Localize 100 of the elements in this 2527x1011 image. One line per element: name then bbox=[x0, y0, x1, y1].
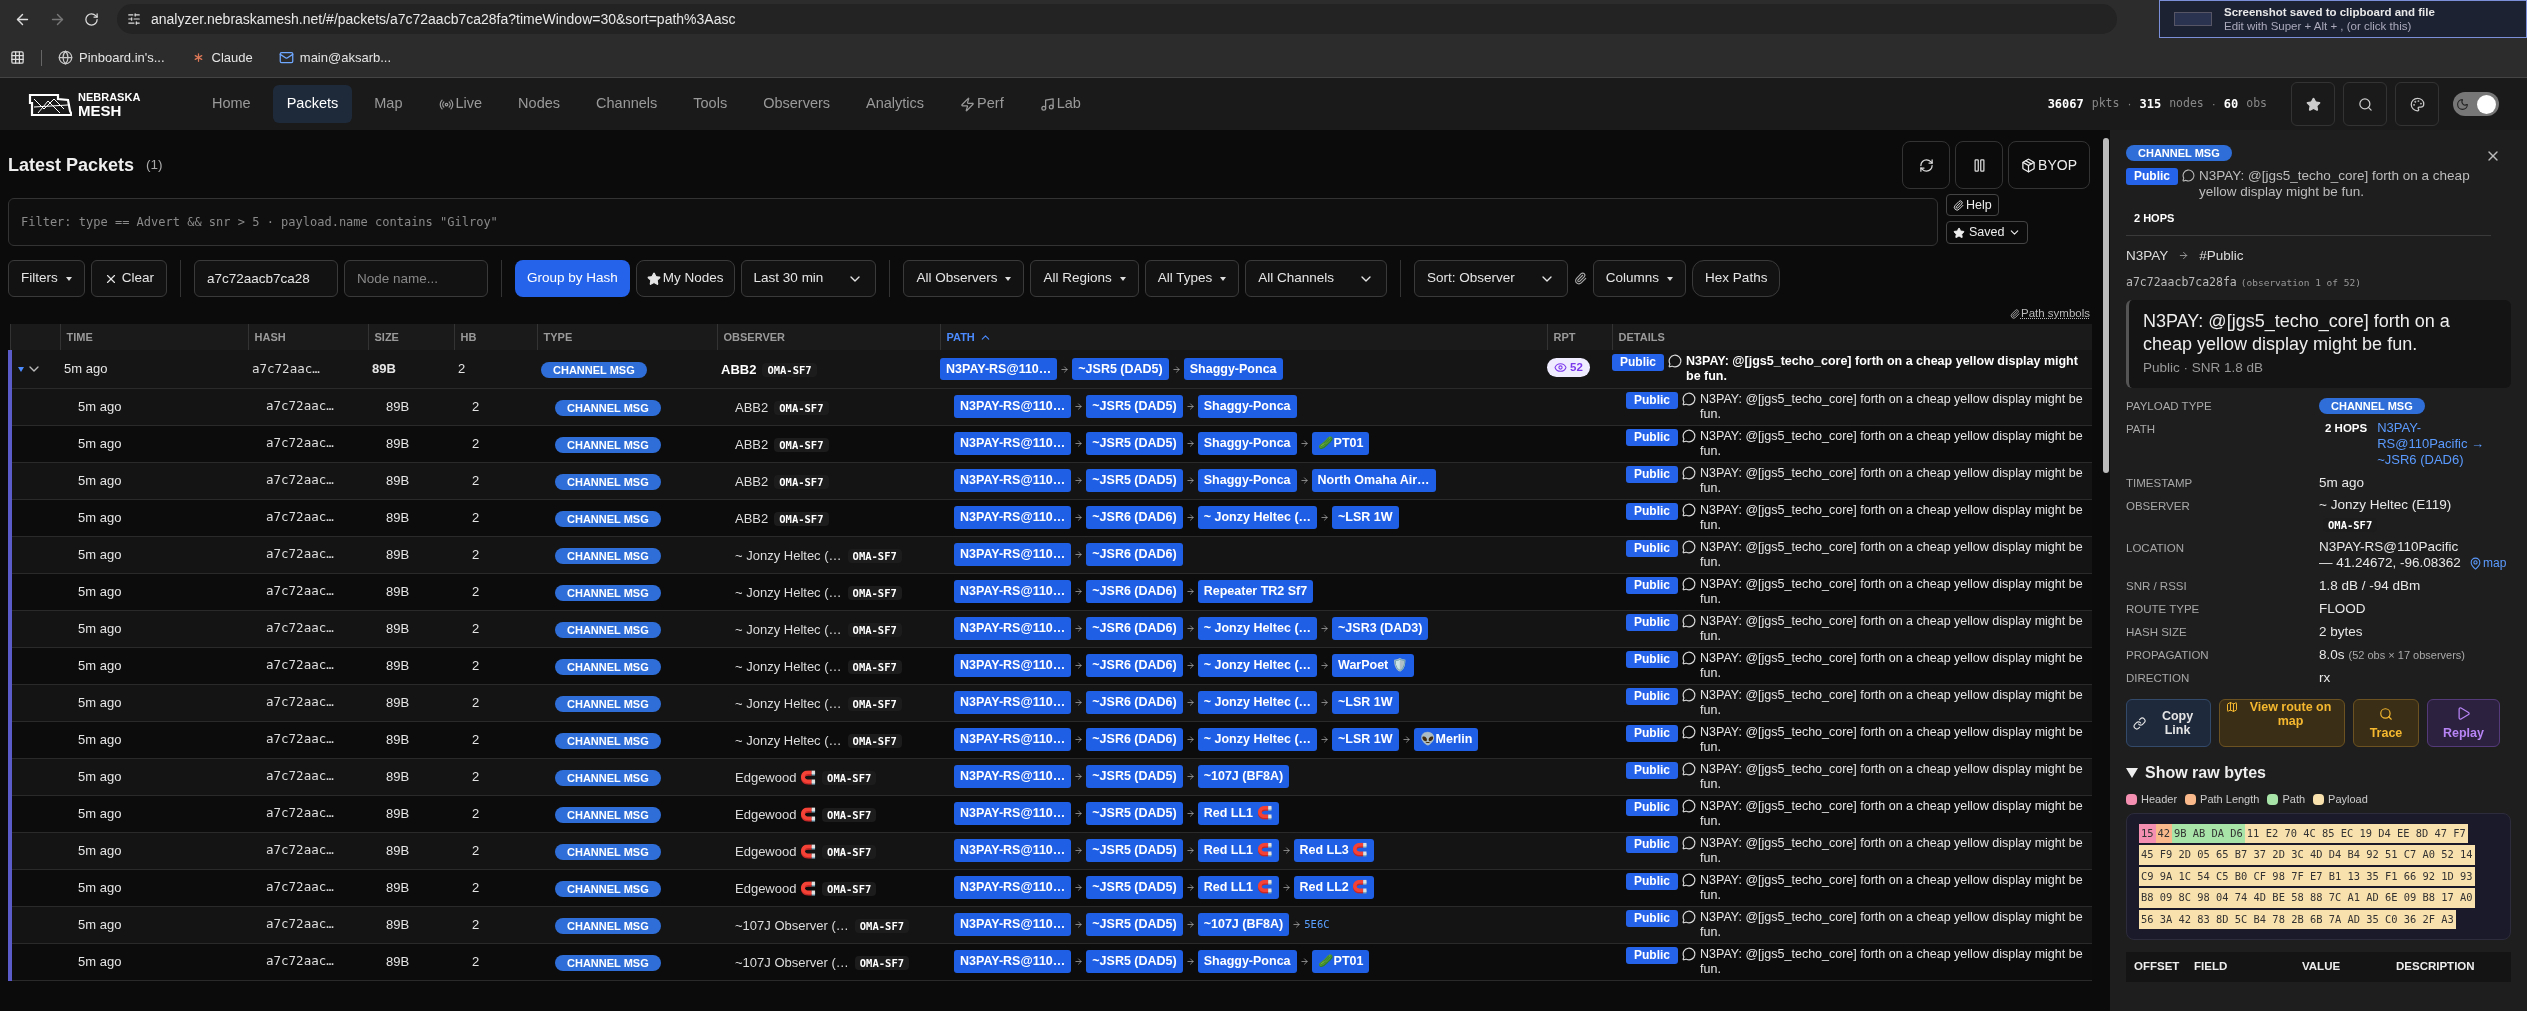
table-row[interactable]: 5m ago a7c72aac… 89B 2 CHANNEL MSG ~ Jonzy Heltec (… OMA-SF7 N3PAY-RS@110… ~JSR6 (DAD6) Repeater TR2 Sf7 Public N3PAY: @[jgs5_techo_core] forth on a cheap yellow display might be fun. bbox=[10, 573, 2092, 611]
nav-tab[interactable]: Nodes bbox=[504, 85, 575, 123]
path-hop[interactable]: Repeater TR2 Sf7 bbox=[1197, 580, 1314, 604]
refresh-button[interactable] bbox=[1902, 141, 1951, 189]
table-row[interactable]: 5m ago a7c72aac… 89B 2 CHANNEL MSG ABB2 OMA-SF7 N3PAY-RS@110… ~JSR5 (DAD5) Shaggy-Ponca North Omaha Air… Public N3PAY: @[jgs5_techo_core] forth on a cheap yellow display might be fun. bbox=[10, 462, 2092, 500]
path-hop[interactable]: ~ Jonzy Heltec (… bbox=[1197, 506, 1318, 530]
path-hop[interactable]: ~JSR6 (DAD6) bbox=[1086, 617, 1183, 641]
table-row[interactable]: 5m ago a7c72aac… 89B 2 CHANNEL MSG Edgewood 🧲 OMA-SF7 N3PAY-RS@110… ~JSR5 (DAD5) Red LL1 🧲 Red LL3 🧲 Public N3PAY: @[jgs5_techo_core] forth on a cheap yellow display might be fun. bbox=[10, 832, 2092, 870]
table-row[interactable]: 5m ago a7c72aac… 89B 2 CHANNEL MSG ABB2 OMA-SF7 N3PAY-RS@110… ~JSR5 (DAD5) Shaggy-Ponca 🥒PT01 Public N3PAY: @[jgs5_techo_core] forth on a cheap yellow display might be fun. bbox=[10, 425, 2092, 463]
notification[interactable]: Screenshot saved to clipboard and file Edit with Super + Alt + , (or click this) bbox=[2159, 0, 2527, 38]
table-row[interactable]: 5m ago a7c72aac… 89B 2 CHANNEL MSG ~107J Observer (… OMA-SF7 N3PAY-RS@110… ~JSR5 (DAD5) Shaggy-Ponca 🥒PT01 Public N3PAY: @[jgs5_techo_core] forth on a cheap yellow display might be fun. bbox=[10, 943, 2092, 981]
column-header[interactable]: HB bbox=[460, 329, 477, 346]
path-hop[interactable]: ~JSR6 (DAD6) bbox=[1086, 691, 1183, 715]
path-hop[interactable]: N3PAY-RS@110… bbox=[954, 469, 1072, 493]
menu-button[interactable]: Filters bbox=[8, 260, 85, 297]
path-hop[interactable]: ~JSR6 (DAD6) bbox=[1086, 543, 1183, 567]
path-hop[interactable]: ~JSR5 (DAD5) bbox=[1086, 432, 1183, 456]
nav-tab[interactable]: Analytics bbox=[852, 85, 939, 123]
path-hop[interactable]: Red LL1 🧲 bbox=[1197, 802, 1279, 826]
table-row[interactable]: 5m ago a7c72aac… 89B 2 CHANNEL MSG ABB2 OMA-SF7 N3PAY-RS@110… ~JSR5 (DAD5) Shaggy-Ponca Public N3PAY: @[jgs5_techo_core] forth on a cheap yellow display might be fun. bbox=[10, 388, 2092, 426]
menu-button[interactable]: All Observers bbox=[903, 260, 1025, 297]
path-hop[interactable]: Shaggy-Ponca bbox=[1183, 357, 1283, 381]
path-hop[interactable]: ~JSR6 (DAD6) bbox=[1086, 506, 1183, 530]
address-bar[interactable]: analyzer.nebraskamesh.net/#/packets/a7c72aacb7ca28fa?timeWindow=30&sort=path%3Aasc bbox=[117, 4, 2117, 34]
path-hop[interactable]: N3PAY-RS@110… bbox=[954, 432, 1072, 456]
nav-tab[interactable]: Home bbox=[198, 85, 265, 123]
path-hop[interactable]: ~JSR6 (DAD6) bbox=[1086, 728, 1183, 752]
filter-field[interactable]: Filter: type == Advert && snr > 5 · payload.name contains "Gilroy" bbox=[8, 198, 1938, 246]
nav-tab[interactable]: Lab bbox=[1025, 85, 1095, 123]
table-row[interactable]: 5m ago a7c72aac… 89B 2 CHANNEL MSG ABB2 OMA-SF7 N3PAY-RS@110… ~JSR6 (DAD6) ~ Jonzy Heltec (… ~LSR 1W Public N3PAY: @[jgs5_techo_core] forth on a cheap yellow display might be fun. bbox=[10, 499, 2092, 537]
byop-button[interactable]: BYOP bbox=[2008, 141, 2090, 189]
path-hop[interactable]: N3PAY-RS@110… bbox=[954, 765, 1072, 789]
nav-tab[interactable]: Map bbox=[360, 85, 417, 123]
theme-button[interactable] bbox=[2395, 82, 2439, 126]
table-row[interactable]: 5m ago a7c72aac… 89B 2 CHANNEL MSG ~ Jonzy Heltec (… OMA-SF7 N3PAY-RS@110… ~JSR6 (DAD6) ~ Jonzy Heltec (… ~LSR 1W Public N3PAY: @[jgs5_techo_core] forth on a cheap yellow display might be fun. bbox=[10, 684, 2092, 722]
clear-button[interactable]: Clear bbox=[90, 260, 167, 297]
path-hop[interactable]: Red LL1 🧲 bbox=[1197, 839, 1279, 863]
nav-tab[interactable]: Packets bbox=[272, 85, 353, 123]
menu-button[interactable]: Columns bbox=[1592, 260, 1687, 297]
path-symbols-link[interactable]: Path symbols bbox=[2009, 305, 2090, 323]
path-hop[interactable]: WarPoet 🛡 bbox=[1332, 654, 1414, 678]
select-dropdown[interactable]: Sort: Observer bbox=[1414, 260, 1568, 297]
select-dropdown[interactable]: All Channels bbox=[1245, 260, 1388, 297]
path-hop[interactable]: Red LL2 🧲 bbox=[1293, 876, 1375, 900]
my-nodes-button[interactable]: My Nodes bbox=[635, 260, 735, 297]
path-hop[interactable]: ~JSR5 (DAD5) bbox=[1086, 395, 1183, 419]
help-button[interactable]: Help bbox=[1946, 194, 1999, 216]
path-hop[interactable]: ~JSR5 (DAD5) bbox=[1086, 765, 1183, 789]
path-hop[interactable]: ~ Jonzy Heltec (… bbox=[1197, 654, 1318, 678]
saved-button[interactable]: Saved bbox=[1946, 221, 2029, 244]
scrollbar-thumb[interactable] bbox=[2103, 138, 2109, 473]
path-hop[interactable]: ~JSR6 (DAD6) bbox=[1086, 654, 1183, 678]
table-row[interactable]: 5m ago a7c72aac… 89B 2 CHANNEL MSG ~ Jonzy Heltec (… OMA-SF7 N3PAY-RS@110… ~JSR6 (DAD6) Public N3PAY: @[jgs5_techo_core] forth on a cheap yellow display might be fun. bbox=[10, 536, 2092, 574]
bookmark[interactable]: Pinboard.in's... bbox=[58, 47, 165, 68]
path-hop[interactable]: N3PAY-RS@110… bbox=[954, 580, 1072, 604]
path-hop[interactable]: Shaggy-Ponca bbox=[1197, 395, 1297, 419]
path-hop[interactable]: N3PAY-RS@110… bbox=[954, 617, 1072, 641]
path-link[interactable]: N3PAY-RS@110Pacific → ~JSR6 (DAD6) bbox=[2377, 420, 2511, 469]
menu-button[interactable]: All Types bbox=[1144, 260, 1240, 297]
path-hop[interactable]: N3PAY-RS@110… bbox=[940, 357, 1058, 381]
column-header[interactable]: PATH bbox=[946, 329, 992, 346]
group-by-hash-button[interactable]: Group by Hash bbox=[515, 260, 630, 297]
search-button[interactable] bbox=[2343, 82, 2387, 126]
column-header[interactable]: SIZE bbox=[374, 329, 399, 346]
path-hop[interactable]: N3PAY-RS@110… bbox=[954, 950, 1072, 974]
column-header[interactable]: RPT bbox=[1553, 329, 1576, 346]
path-hop[interactable]: ~JSR3 (DAD3) bbox=[1332, 617, 1429, 641]
path-hop[interactable]: ~LSR 1W bbox=[1332, 691, 1399, 715]
table-row[interactable]: 5m ago a7c72aac… 89B 2 CHANNEL MSG Edgewood 🧲 OMA-SF7 N3PAY-RS@110… ~JSR5 (DAD5) Red LL1 🧲 Red LL2 🧲 Public N3PAY: @[jgs5_techo_core] forth on a cheap yellow display might be fun. bbox=[10, 869, 2092, 907]
path-hop[interactable]: N3PAY-RS@110… bbox=[954, 876, 1072, 900]
path-hop[interactable]: ~JSR5 (DAD5) bbox=[1086, 913, 1183, 937]
path-hop[interactable]: ~JSR6 (DAD6) bbox=[1086, 580, 1183, 604]
path-hop[interactable]: Shaggy-Ponca bbox=[1197, 432, 1297, 456]
input-field[interactable]: Node name... bbox=[344, 260, 488, 297]
path-hop[interactable]: ~LSR 1W bbox=[1332, 728, 1399, 752]
path-hop[interactable]: ~ Jonzy Heltec (… bbox=[1197, 728, 1318, 752]
path-hop[interactable]: N3PAY-RS@110… bbox=[954, 691, 1072, 715]
table-row[interactable]: 5m ago a7c72aac… 89B 2 CHANNEL MSG ~ Jonzy Heltec (… OMA-SF7 N3PAY-RS@110… ~JSR6 (DAD6) ~ Jonzy Heltec (… ~LSR 1W 👽Merlin Public N3PAY: @[jgs5_techo_core] forth on a cheap yellow display might be fun. bbox=[10, 721, 2092, 759]
action-button[interactable]: Trace bbox=[2353, 699, 2419, 748]
hex-paths-button[interactable]: Hex Paths bbox=[1692, 260, 1781, 297]
action-button[interactable]: Copy Link bbox=[2126, 699, 2211, 748]
table-row[interactable]: 5m ago a7c72aac… 89B 2 CHANNEL MSG Edgewood 🧲 OMA-SF7 N3PAY-RS@110… ~JSR5 (DAD5) Red LL1 🧲 Public N3PAY: @[jgs5_techo_core] forth on a cheap yellow display might be fun. bbox=[10, 795, 2092, 833]
path-hop[interactable]: N3PAY-RS@110… bbox=[954, 506, 1072, 530]
path-hop[interactable]: N3PAY-RS@110… bbox=[954, 654, 1072, 678]
path-hop[interactable]: ~JSR5 (DAD5) bbox=[1072, 357, 1169, 381]
nav-tab[interactable]: Tools bbox=[679, 85, 742, 123]
table-row[interactable]: 5m ago a7c72aac… 89B 2 CHANNEL MSG ABB2 OMA-SF7 N3PAY-RS@110… ~JSR5 (DAD5) Shaggy-Ponca 52 Public N3PAY: @[jgs5_techo_core] forth on a cheap yellow display might be fun. bbox=[10, 350, 2092, 389]
pause-button[interactable] bbox=[1955, 141, 2004, 189]
path-hop[interactable]: ~LSR 1W bbox=[1332, 506, 1399, 530]
table-row[interactable]: 5m ago a7c72aac… 89B 2 CHANNEL MSG ~ Jonzy Heltec (… OMA-SF7 N3PAY-RS@110… ~JSR6 (DAD6) ~ Jonzy Heltec (… ~JSR3 (DAD3) Public N3PAY: @[jgs5_techo_core] forth on a cheap yellow display might be fun. bbox=[10, 610, 2092, 648]
action-button[interactable]: Replay bbox=[2427, 699, 2500, 748]
path-hop[interactable]: ~JSR5 (DAD5) bbox=[1086, 469, 1183, 493]
path-hop[interactable]: Shaggy-Ponca bbox=[1197, 950, 1297, 974]
column-header[interactable]: DETAILS bbox=[1618, 329, 1665, 346]
path-hop[interactable]: Red LL3 🧲 bbox=[1293, 839, 1375, 863]
path-hop[interactable]: ~107J (BF8A) bbox=[1197, 913, 1290, 937]
nav-tab[interactable]: Observers bbox=[749, 85, 845, 123]
path-hop[interactable]: N3PAY-RS@110… bbox=[954, 543, 1072, 567]
path-hop[interactable]: ~JSR5 (DAD5) bbox=[1086, 876, 1183, 900]
bookmark[interactable]: main@aksarb... bbox=[278, 47, 392, 68]
